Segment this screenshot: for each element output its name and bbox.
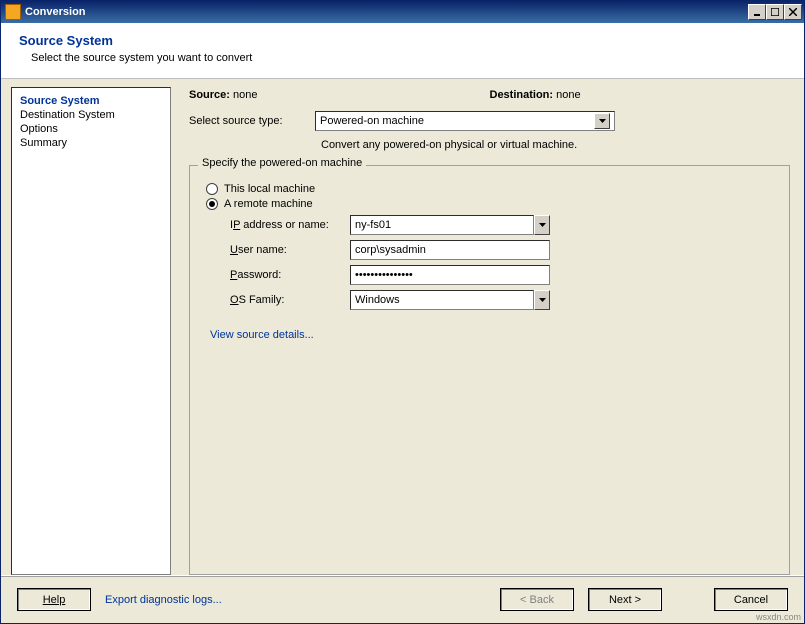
cancel-button[interactable]: Cancel <box>714 588 788 611</box>
view-source-details-link[interactable]: View source details... <box>210 329 314 341</box>
destination-info: Destination: none <box>490 89 791 101</box>
radio-remote-machine[interactable]: A remote machine <box>206 198 773 210</box>
username-label: User name: <box>230 244 350 256</box>
dropdown-arrow-icon[interactable] <box>534 290 550 310</box>
username-row: User name: <box>230 240 773 260</box>
source-type-value: Powered-on machine <box>320 115 424 127</box>
os-family-value: Windows <box>350 290 534 310</box>
radio-icon <box>206 198 218 210</box>
password-row: Password: <box>230 265 773 285</box>
info-row: Source: none Destination: none <box>179 87 794 109</box>
ip-input[interactable] <box>350 215 534 235</box>
radio-local-label: This local machine <box>224 183 315 195</box>
source-value: none <box>233 89 257 101</box>
export-logs-link[interactable]: Export diagnostic logs... <box>105 594 222 606</box>
destination-value: none <box>556 89 580 101</box>
password-input[interactable] <box>350 265 550 285</box>
window-title: Conversion <box>25 6 748 18</box>
footer: Help Export diagnostic logs... < Back Ne… <box>1 575 804 623</box>
os-family-dropdown[interactable]: Windows <box>350 290 550 310</box>
sidebar-item-summary[interactable]: Summary <box>20 136 162 150</box>
os-family-label: OS Family: <box>230 294 350 306</box>
radio-local-machine[interactable]: This local machine <box>206 183 773 195</box>
dropdown-arrow-icon[interactable] <box>534 215 550 235</box>
fieldset-legend: Specify the powered-on machine <box>198 157 366 169</box>
next-button[interactable]: Next > <box>588 588 662 611</box>
radio-icon <box>206 183 218 195</box>
sidebar-item-options[interactable]: Options <box>20 122 162 136</box>
app-icon <box>5 4 21 20</box>
destination-label: Destination: <box>490 89 554 101</box>
radio-remote-label: A remote machine <box>224 198 313 210</box>
help-button[interactable]: Help <box>17 588 91 611</box>
main-panel: Source: none Destination: none Select so… <box>179 87 794 575</box>
source-type-label: Select source type: <box>189 115 309 127</box>
close-button[interactable] <box>784 4 802 20</box>
powered-on-fieldset: Specify the powered-on machine This loca… <box>189 165 790 575</box>
back-button[interactable]: < Back <box>500 588 574 611</box>
source-type-row: Select source type: Powered-on machine <box>179 109 794 135</box>
wizard-steps-sidebar: Source System Destination System Options… <box>11 87 171 575</box>
titlebar: Conversion <box>1 1 804 23</box>
source-label: Source: <box>189 89 230 101</box>
ip-label: IP address or name: <box>230 219 350 231</box>
ip-row: IP address or name: <box>230 215 773 235</box>
os-family-row: OS Family: Windows <box>230 290 773 310</box>
conversion-window: Conversion Source System Select the sour… <box>0 0 805 624</box>
source-type-hint: Convert any powered-on physical or virtu… <box>179 139 794 151</box>
page-header: Source System Select the source system y… <box>1 23 804 79</box>
ip-combo[interactable] <box>350 215 550 235</box>
window-controls <box>748 4 802 20</box>
sidebar-item-destination-system[interactable]: Destination System <box>20 108 162 122</box>
body: Source System Destination System Options… <box>1 79 804 575</box>
password-label: Password: <box>230 269 350 281</box>
dropdown-arrow-icon <box>594 113 610 129</box>
sidebar-item-source-system[interactable]: Source System <box>20 94 162 108</box>
maximize-button[interactable] <box>766 4 784 20</box>
source-info: Source: none <box>189 89 490 101</box>
minimize-button[interactable] <box>748 4 766 20</box>
username-input[interactable] <box>350 240 550 260</box>
source-type-dropdown[interactable]: Powered-on machine <box>315 111 615 131</box>
header-title: Source System <box>19 33 786 48</box>
header-description: Select the source system you want to con… <box>31 52 786 64</box>
